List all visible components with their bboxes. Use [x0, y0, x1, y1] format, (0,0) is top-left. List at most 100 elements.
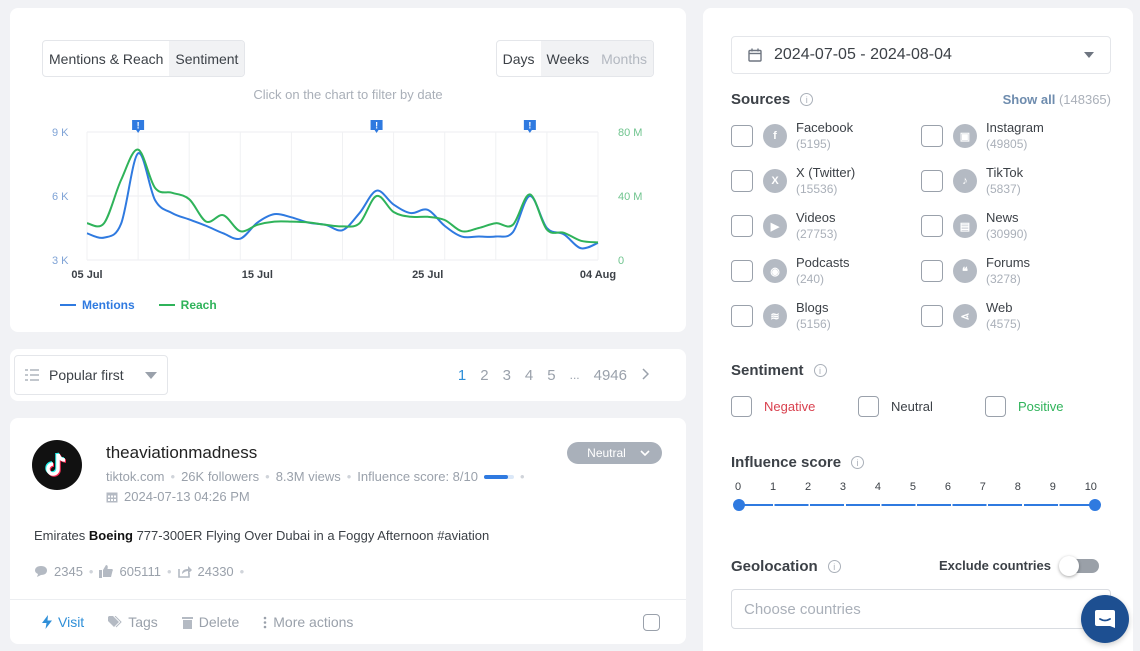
source-checkbox[interactable]	[921, 305, 943, 327]
visit-label: Visit	[58, 614, 85, 630]
influence-tick-label: 8	[1014, 481, 1021, 493]
more-actions-button[interactable]: More actions	[263, 614, 353, 630]
influence-title: Influence score i	[731, 454, 865, 471]
separator-dot: •	[519, 469, 525, 484]
sentiment-neutral-option[interactable]: Neutral	[858, 396, 985, 417]
source-option-facebook[interactable]: f Facebook (5195)	[731, 120, 921, 152]
source-checkbox[interactable]	[921, 170, 943, 192]
influence-slider-track[interactable]	[739, 504, 1095, 506]
forums-icon: ❝	[953, 259, 977, 283]
legend-item-mentions[interactable]: Mentions	[60, 298, 135, 312]
x-twitter-icon: X	[763, 169, 787, 193]
select-mention-checkbox[interactable]	[643, 613, 660, 631]
info-icon[interactable]: i	[800, 93, 814, 106]
exclude-countries-toggle[interactable]	[1059, 555, 1099, 576]
negative-label: Negative	[764, 399, 816, 414]
page-2[interactable]: 2	[473, 367, 495, 384]
positive-checkbox[interactable]	[985, 396, 1006, 417]
source-checkbox[interactable]	[731, 305, 753, 327]
source-checkbox[interactable]	[921, 215, 943, 237]
info-icon[interactable]: i	[827, 560, 841, 573]
negative-checkbox[interactable]	[731, 396, 752, 417]
sentiment-title-text: Sentiment	[731, 362, 804, 379]
delete-button[interactable]: Delete	[181, 614, 239, 630]
page-5[interactable]: 5	[540, 367, 562, 384]
source-count: (240)	[796, 272, 825, 286]
source-count: (49805)	[986, 137, 1028, 151]
sort-dropdown[interactable]: Popular first	[14, 355, 168, 395]
sentiment-negative-option[interactable]: Negative	[731, 396, 858, 417]
visit-button[interactable]: Visit	[42, 614, 84, 630]
source-checkbox[interactable]	[921, 125, 943, 147]
separator-dot: •	[166, 564, 172, 579]
podcasts-icon: ◉	[763, 259, 787, 283]
tags-button[interactable]: Tags	[108, 614, 158, 630]
chart-card: Mentions & Reach Sentiment Days Weeks Mo…	[10, 8, 686, 332]
legend-swatch-reach	[158, 304, 175, 306]
legend-label-reach: Reach	[180, 298, 217, 312]
legend-item-reach[interactable]: Reach	[158, 298, 217, 312]
source-checkbox[interactable]	[731, 170, 753, 192]
neutral-checkbox[interactable]	[858, 396, 879, 417]
influence-slider-min-handle[interactable]	[733, 499, 745, 511]
pagination: 1 2 3 4 5 ... 4946	[451, 349, 656, 401]
sentiment-positive-option[interactable]: Positive	[985, 396, 1112, 417]
sentiment-dropdown[interactable]: Neutral	[567, 442, 662, 464]
engagement-stats: 2345 • 605111 • 24330 •	[34, 564, 244, 579]
sources-title: Sources i	[731, 91, 814, 108]
info-icon[interactable]: i	[851, 456, 865, 469]
influence-tick-label: 4	[874, 481, 881, 493]
date-range-picker[interactable]: 2024-07-05 - 2024-08-04	[731, 36, 1111, 74]
source-count: (3278)	[986, 272, 1021, 286]
source-option-web[interactable]: ⋖ Web (4575)	[921, 300, 1111, 332]
mentions-reach-chart[interactable]: 3 K 6 K 9 K 0 40 M 80 M 05 Jul 15 Jul 25 Jul 04 A…	[10, 8, 686, 308]
source-count: (5156)	[796, 317, 831, 331]
separator-dot: •	[239, 564, 245, 579]
y-right-tick-label: 0	[618, 255, 624, 267]
post-text-part: 777-300ER Flying Over Dubai in a Foggy A…	[132, 528, 490, 543]
source-option-tiktok[interactable]: ♪ TikTok (5837)	[921, 165, 1111, 197]
neutral-label: Neutral	[891, 399, 933, 414]
post-actions: Visit Tags Delete More actions	[10, 599, 686, 644]
source-checkbox[interactable]	[731, 260, 753, 282]
page-1[interactable]: 1	[451, 367, 473, 384]
influence-tick-label: 7	[979, 481, 986, 493]
source-count: (5837)	[986, 182, 1021, 196]
source-domain[interactable]: tiktok.com	[106, 469, 165, 484]
countries-input[interactable]	[731, 589, 1111, 629]
author-name[interactable]: theaviationmadness	[106, 443, 257, 463]
source-option-blogs[interactable]: ≋ Blogs (5156)	[731, 300, 921, 332]
sources-title-text: Sources	[731, 91, 791, 108]
comments-count: 2345	[54, 564, 83, 579]
show-all-link[interactable]: Show all (148365)	[1003, 92, 1111, 107]
page-last[interactable]: 4946	[587, 367, 634, 384]
source-checkbox[interactable]	[921, 260, 943, 282]
source-option-forums[interactable]: ❝ Forums (3278)	[921, 255, 1111, 287]
y-right-tick-label: 80 M	[618, 127, 642, 139]
instagram-icon: ▣	[953, 124, 977, 148]
page-ellipsis: ...	[569, 368, 580, 382]
source-text: Instagram (49805)	[986, 120, 1044, 152]
chat-widget-button[interactable]	[1081, 595, 1129, 643]
source-option-instagram[interactable]: ▣ Instagram (49805)	[921, 120, 1111, 152]
source-option-podcasts[interactable]: ◉ Podcasts (240)	[731, 255, 921, 287]
source-checkbox[interactable]	[731, 215, 753, 237]
show-all-count: (148365)	[1058, 92, 1111, 107]
influence-slider-max-handle[interactable]	[1089, 499, 1101, 511]
source-option-x-twitter[interactable]: X X (Twitter) (15536)	[731, 165, 921, 197]
source-option-news[interactable]: ▤ News (30990)	[921, 210, 1111, 242]
separator-dot: •	[346, 469, 352, 484]
source-option-videos[interactable]: ▶ Videos (27753)	[731, 210, 921, 242]
more-actions-label: More actions	[273, 614, 354, 630]
page-4[interactable]: 4	[518, 367, 540, 384]
next-page-icon[interactable]	[634, 367, 656, 384]
geolocation-title: Geolocation i	[731, 558, 841, 575]
sentiment-title: Sentiment i	[731, 362, 827, 379]
x-tick-label: 25 Jul	[412, 269, 443, 281]
page-3[interactable]: 3	[496, 367, 518, 384]
source-name: Blogs	[796, 300, 829, 315]
info-icon[interactable]: i	[813, 364, 827, 377]
post-date: 2024-07-13 04:26 PM	[106, 489, 250, 504]
source-checkbox[interactable]	[731, 125, 753, 147]
source-name: Facebook	[796, 120, 854, 135]
